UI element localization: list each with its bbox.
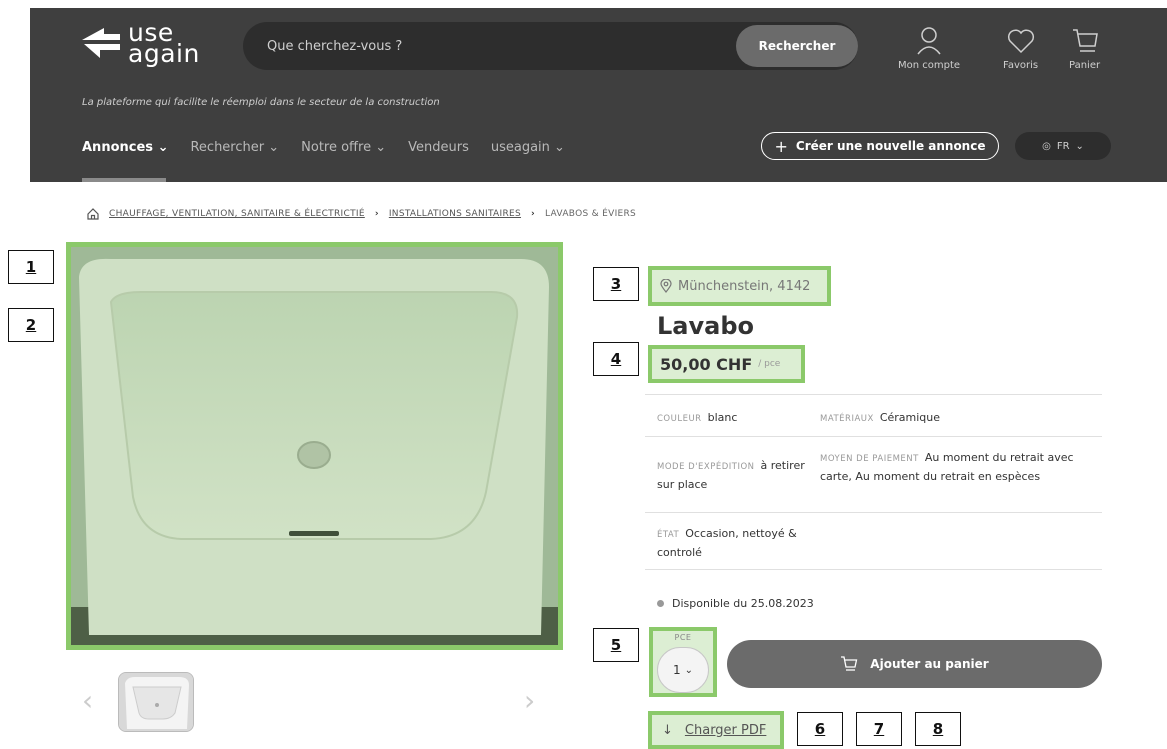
quantity-selector-highlight: PCE 1 ⌄ [649,627,717,697]
globe-icon: ◎ [1042,140,1051,152]
chevron-down-icon: ⌄ [1075,140,1084,152]
annotation-label-4: 4 [593,342,639,376]
chevron-down-icon: ⌄ [157,140,169,155]
breadcrumb-separator: › [374,209,379,219]
annotation-label-2: 2 [8,308,54,342]
add-to-cart-button[interactable]: Ajouter au panier [727,640,1102,688]
search-bar: Rechercher [243,22,858,70]
thumbnail-image[interactable] [118,672,194,732]
nav-item-annonces[interactable]: Annonces ⌄ [82,140,168,160]
annotation-label-1: 1 [8,250,54,284]
chevron-right-icon[interactable]: › [524,684,535,717]
property-condition: ÉTAT Occasion, nettoyé & controlé [657,527,797,559]
divider [645,512,1102,513]
location-pin-icon [660,279,672,293]
divider [645,436,1102,437]
breadcrumb-link-category[interactable]: CHAUFFAGE, VENTILATION, SANITAIRE & ÉLEC… [109,209,365,219]
language-selector[interactable]: ◎ FR ⌄ [1015,132,1111,160]
nav-item-useagain[interactable]: useagain ⌄ [491,140,565,160]
nav-item-notre-offre[interactable]: Notre offre ⌄ [301,140,386,160]
property-shipping: MODE D'EXPÉDITION à retirer sur place [657,459,805,491]
home-icon[interactable] [87,208,99,220]
product-location: Münchenstein, 4142 [648,266,831,306]
search-input[interactable] [267,22,737,70]
user-icon [917,27,941,55]
annotation-label-3: 3 [593,267,639,301]
chevron-left-icon[interactable]: ‹ [82,684,93,717]
price-value: 50,00 CHF [660,354,753,374]
thumbnail-strip: ‹ › [80,670,550,736]
chevron-down-icon: ⌄ [268,140,280,155]
logo-arrows-icon [82,28,120,58]
nav-item-vendeurs[interactable]: Vendeurs [408,140,469,160]
cart-icon [1072,29,1098,52]
useagain-logo[interactable]: use again [82,18,212,68]
chevron-down-icon: ⌄ [554,140,565,155]
quantity-select[interactable]: 1 ⌄ [657,647,709,693]
logo-text: use again [128,18,200,68]
plus-icon: + [774,136,788,156]
status-dot-icon [657,600,664,607]
sink-photo [71,247,558,645]
breadcrumb-separator: › [531,209,536,219]
cart-link[interactable]: Panier [1069,26,1100,71]
main-nav: Annonces ⌄ Rechercher ⌄ Notre offre ⌄ Ve… [82,140,565,160]
divider [645,569,1102,570]
chevron-down-icon: ⌄ [684,664,694,676]
quantity-label: PCE [674,633,692,642]
download-icon: ↓ [662,722,673,738]
breadcrumb-current: LAVABOS & ÉVIERS [545,209,637,219]
product-main-image[interactable] [66,242,563,650]
product-price: 50,00 CHF / pce [648,345,805,383]
annotation-label-8: 8 [915,712,961,746]
account-label: Mon compte [898,60,961,71]
annotation-label-6: 6 [797,712,843,746]
download-pdf-link[interactable]: ↓ Charger PDF [648,711,784,749]
breadcrumb: CHAUFFAGE, VENTILATION, SANITAIRE & ÉLEC… [87,208,636,220]
sink-thumbnail [119,673,193,731]
search-button[interactable]: Rechercher [736,25,858,67]
chevron-down-icon: ⌄ [375,140,387,155]
property-payment: MOYEN DE PAIEMENT Au moment du retrait av… [820,451,1074,483]
annotation-label-7: 7 [856,712,902,746]
product-title: Lavabo [657,312,754,340]
favorites-label: Favoris [1003,60,1039,71]
site-header: use again Rechercher Mon compte Favoris … [30,8,1167,182]
account-link[interactable]: Mon compte [898,26,960,71]
heart-icon [1007,29,1034,54]
property-material: MATÉRIAUX Céramique [820,411,941,424]
breadcrumb-link-subcategory[interactable]: INSTALLATIONS SANITAIRES [389,209,521,219]
cart-icon [841,656,858,671]
price-unit: / pce [758,359,781,369]
divider [645,394,1102,395]
tagline: La plateforme qui facilite le réemploi d… [82,97,440,108]
nav-item-rechercher[interactable]: Rechercher ⌄ [190,140,279,160]
property-color: COULEUR blanc [657,411,738,424]
favorites-link[interactable]: Favoris [1003,26,1038,71]
cart-label: Panier [1069,60,1101,71]
annotation-label-5: 5 [593,628,639,662]
availability-status: Disponible du 25.08.2023 [657,597,814,610]
location-text: Münchenstein, 4142 [678,278,811,294]
active-nav-indicator [82,178,166,182]
create-listing-button[interactable]: + Créer une nouvelle annonce [761,132,999,160]
